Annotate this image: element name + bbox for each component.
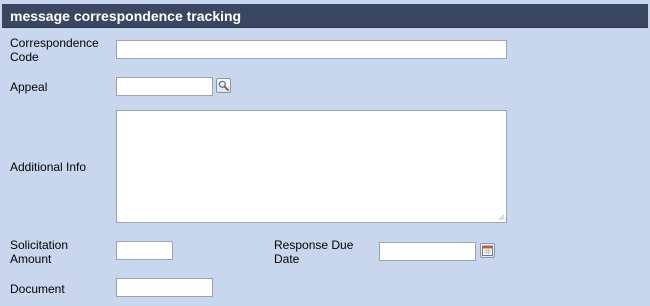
- correspondence-code-input[interactable]: [116, 40, 507, 59]
- calendar-icon: [482, 245, 493, 256]
- response-due-date-picker-button[interactable]: [480, 243, 495, 258]
- correspondence-code-label-line2: Code: [10, 50, 39, 64]
- solicitation-amount-label-line2: Amount: [10, 252, 52, 266]
- solicitation-amount-label: Solicitation Amount: [10, 238, 68, 266]
- additional-info-label: Additional Info: [10, 160, 87, 174]
- appeal-input[interactable]: [116, 77, 213, 96]
- response-due-date-label: Response Due Date: [274, 238, 353, 266]
- correspondence-code-label-line1: Correspondence: [10, 36, 99, 50]
- document-label: Document: [10, 282, 65, 296]
- solicitation-amount-label-line1: Solicitation: [10, 238, 69, 252]
- panel-title: message correspondence tracking: [10, 8, 242, 24]
- response-due-date-label-line2: Date: [274, 252, 300, 266]
- solicitation-amount-input[interactable]: [116, 241, 173, 260]
- panel-header: message correspondence tracking: [2, 4, 648, 28]
- resize-grip-icon[interactable]: [498, 214, 504, 220]
- additional-info-textarea[interactable]: [116, 110, 507, 223]
- appeal-lookup-button[interactable]: [216, 78, 231, 93]
- response-due-date-input[interactable]: [379, 242, 476, 261]
- response-due-date-label-line1: Response Due: [274, 238, 354, 252]
- document-input[interactable]: [116, 278, 213, 297]
- magnifier-icon: [218, 80, 229, 91]
- correspondence-code-label: Correspondence Code: [10, 36, 99, 64]
- appeal-label: Appeal: [10, 80, 48, 94]
